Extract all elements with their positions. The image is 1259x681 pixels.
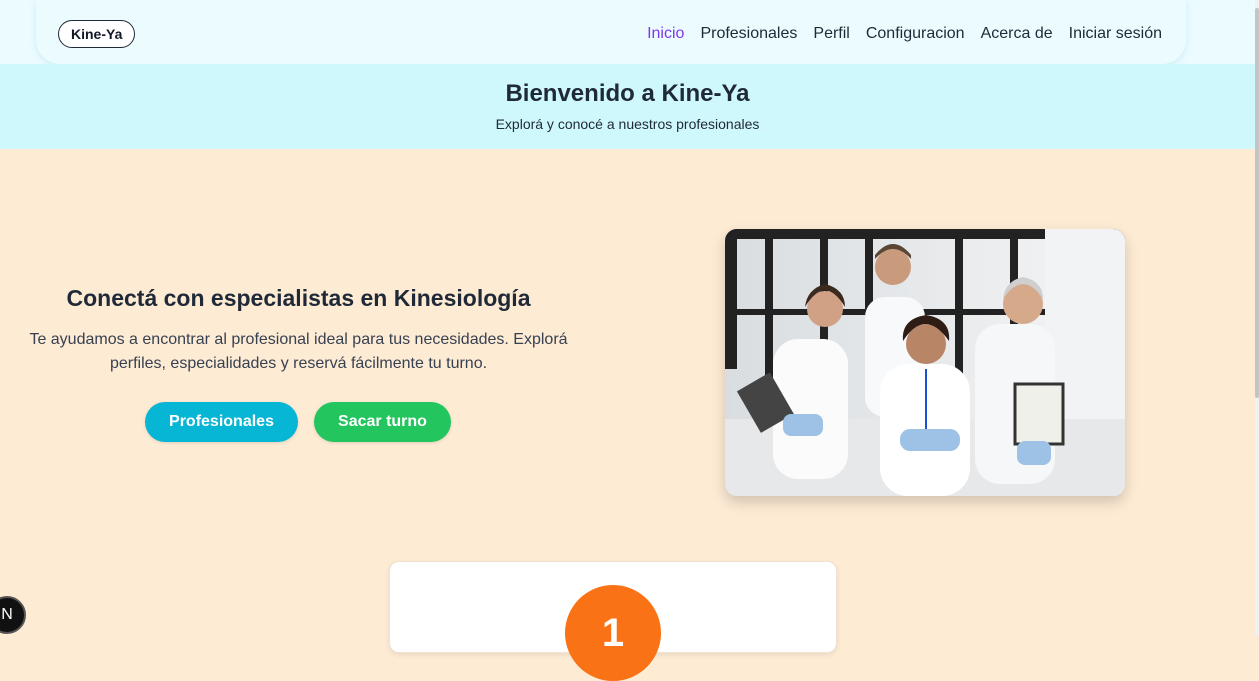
nav-link-profesionales[interactable]: Profesionales — [700, 24, 797, 44]
nav-link-iniciar-sesion[interactable]: Iniciar sesión — [1069, 24, 1162, 44]
top-navbar: Kine-Ya Inicio Profesionales Perfil Conf… — [0, 0, 1255, 68]
welcome-title: Bienvenido a Kine-Ya — [505, 80, 750, 107]
nav-link-acerca-de[interactable]: Acerca de — [981, 24, 1053, 44]
doctors-illustration — [725, 229, 1125, 496]
hero-description: Te ayudamos a encontrar al profesional i… — [29, 331, 568, 372]
step-number-badge: 1 — [565, 585, 661, 681]
team-of-doctors-photo — [725, 229, 1125, 496]
nav-link-inicio[interactable]: Inicio — [647, 24, 684, 44]
hero-text-block: Conectá con especialistas en Kinesiologí… — [28, 284, 569, 376]
nav-link-perfil[interactable]: Perfil — [813, 24, 849, 44]
scrollbar-thumb[interactable] — [1255, 8, 1259, 398]
hero-title: Conectá con especialistas en Kinesiologí… — [66, 285, 531, 311]
sacar-turno-button[interactable]: Sacar turno — [314, 402, 451, 442]
hero-actions: Profesionales Sacar turno — [145, 402, 451, 442]
welcome-subtitle: Explorá y conocé a nuestros profesionale… — [495, 116, 760, 132]
dev-tools-badge[interactable]: N — [0, 596, 26, 634]
profesionales-button[interactable]: Profesionales — [145, 402, 298, 442]
step-card: 1 — [389, 561, 837, 681]
main-nav: Inicio Profesionales Perfil Configuracio… — [647, 24, 1162, 44]
welcome-banner: Bienvenido a Kine-Ya Explorá y conocé a … — [0, 64, 1255, 149]
brand-logo[interactable]: Kine-Ya — [58, 20, 136, 48]
nav-link-configuracion[interactable]: Configuracion — [866, 24, 965, 44]
